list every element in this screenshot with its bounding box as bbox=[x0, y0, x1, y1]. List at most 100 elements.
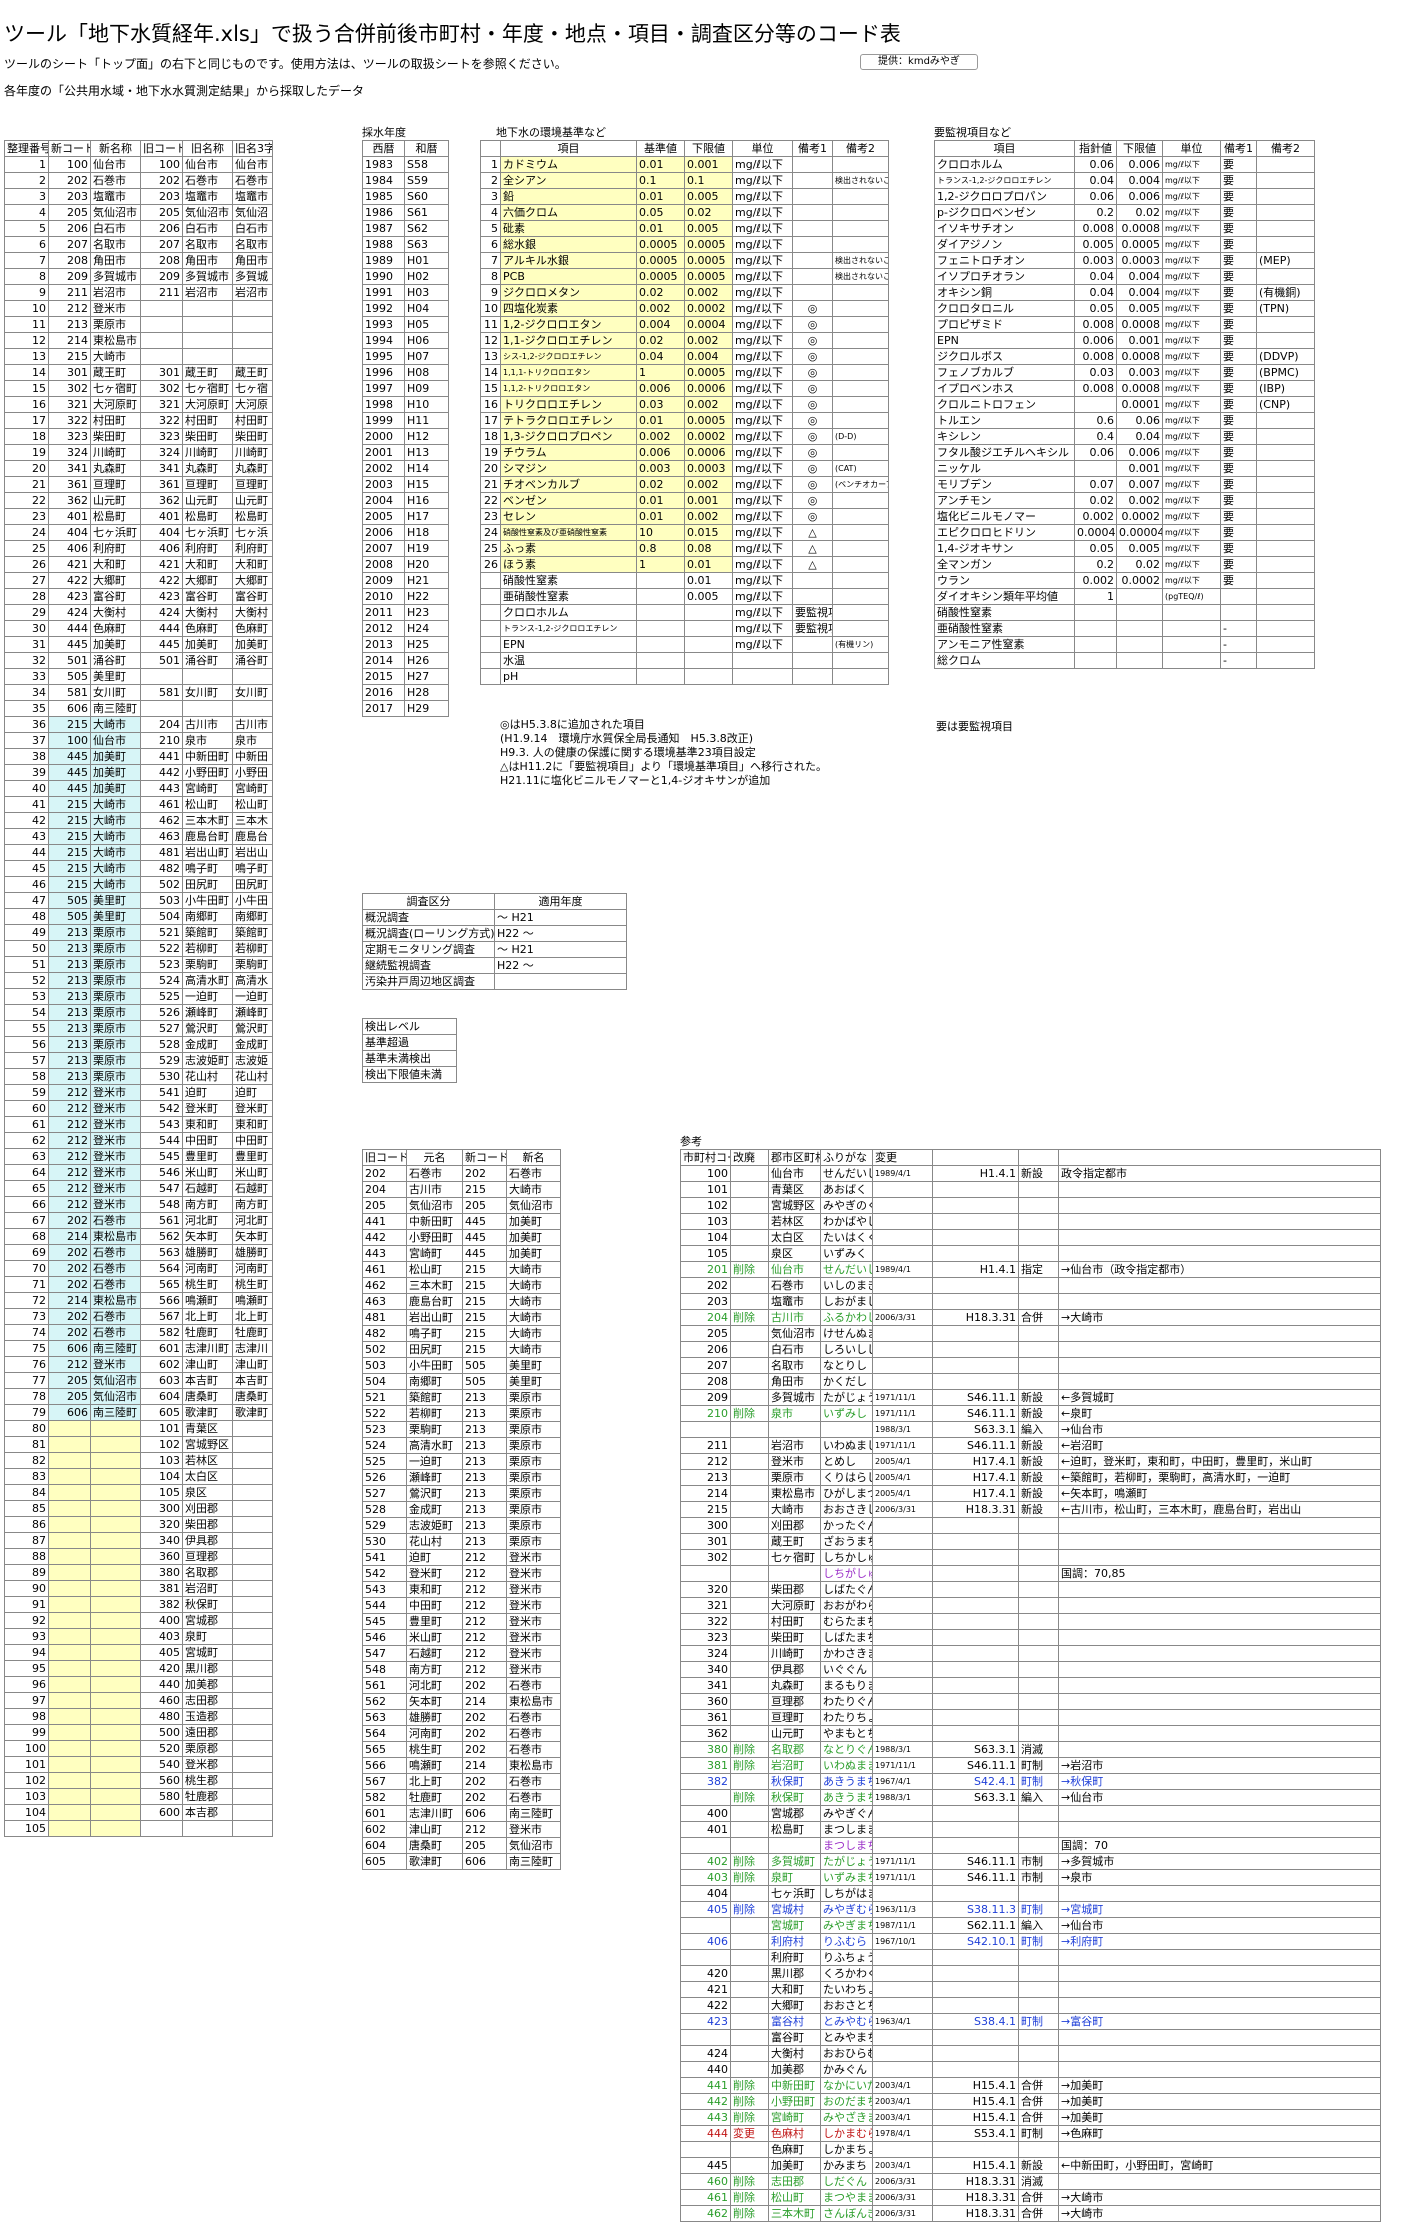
table-cell: 南方町 bbox=[182, 1196, 233, 1213]
table-cell: 0.04 bbox=[1074, 284, 1117, 301]
table-cell: 角田市 bbox=[182, 252, 233, 269]
table-cell: 37 bbox=[4, 732, 49, 749]
table-cell bbox=[792, 588, 833, 605]
table-cell: 60 bbox=[4, 1100, 49, 1117]
table-cell: いずみまち bbox=[820, 1869, 873, 1886]
table-cell bbox=[48, 1468, 91, 1485]
table-cell: 341 bbox=[140, 460, 183, 477]
table-cell: 築館町 bbox=[406, 1389, 463, 1406]
table-cell: 町制 bbox=[1018, 2013, 1059, 2030]
table-cell bbox=[140, 300, 183, 317]
table-cell: 岩沼町 bbox=[768, 1757, 821, 1774]
table-cell: 栗駒町 bbox=[406, 1421, 463, 1438]
reference-row: 443削除宮崎町みやざきまち2003/4/1H15.4.1合併→加美町 bbox=[680, 2109, 1381, 2126]
table-cell: 321 bbox=[680, 1597, 731, 1614]
table-cell: 歌津町 bbox=[406, 1853, 463, 1870]
table-cell: 志津川町 bbox=[406, 1805, 463, 1822]
table-row: 105 bbox=[4, 1820, 273, 1837]
table-cell bbox=[730, 2141, 769, 2158]
table-cell: 40 bbox=[4, 780, 49, 797]
table-row: 2005 H17 bbox=[362, 508, 449, 525]
column-header bbox=[480, 140, 501, 157]
change-note bbox=[1058, 1181, 1381, 1198]
table-cell bbox=[1018, 1565, 1059, 1582]
table-cell: 栗原市 bbox=[506, 1421, 561, 1438]
table-cell: 三本木町 bbox=[768, 2205, 821, 2222]
table-cell: 502 bbox=[140, 876, 183, 893]
table-cell: 大崎市 bbox=[506, 1261, 561, 1278]
table-cell: 62 bbox=[4, 1132, 49, 1149]
table-cell: 登米市 bbox=[90, 300, 141, 317]
table-cell: mg/ℓ以下 bbox=[732, 172, 793, 189]
table-cell: mg/ℓ以下 bbox=[732, 396, 793, 413]
table-row: 48 505 美里町 504 南郷町 南郷町 bbox=[4, 908, 273, 925]
table-cell: 石越町 bbox=[182, 1180, 233, 1197]
table-cell: 黒川郡 bbox=[182, 1660, 233, 1677]
table-cell: 87 bbox=[4, 1532, 49, 1549]
table-cell: 460 bbox=[140, 1692, 183, 1709]
table-cell: mg/ℓ以下 bbox=[732, 252, 793, 269]
table-cell: 石巻市 bbox=[90, 1260, 141, 1277]
table-row: EPN 0.006 0.001 mg/ℓ以下要 bbox=[934, 332, 1315, 349]
table-cell: 石巻市 bbox=[506, 1677, 561, 1694]
table-cell: H29 bbox=[404, 700, 449, 717]
table-cell: mg/ℓ以下 bbox=[732, 492, 793, 509]
table-cell: しかまちょう bbox=[820, 2141, 873, 2158]
table-cell: H15.4.1 bbox=[932, 2077, 1019, 2094]
table-cell bbox=[932, 1981, 1019, 1998]
table-cell: まるもりまち bbox=[820, 1677, 873, 1694]
table-cell: 104 bbox=[4, 1804, 49, 1821]
table-cell: 55 bbox=[4, 1020, 49, 1037]
table-row: 463 鹿島台町 215 大崎市 bbox=[362, 1293, 561, 1310]
reference-row: 201 削除 仙台市 せんだいし 1989/4/1 H1.4.1 指定 →仙台市（政令指定都市… bbox=[680, 1261, 1381, 1278]
table-cell bbox=[872, 2029, 933, 2046]
table-cell: 423 bbox=[48, 588, 91, 605]
table-cell bbox=[48, 1452, 91, 1469]
table-cell: 柴田町 bbox=[768, 1629, 821, 1646]
table-cell: S59 bbox=[404, 172, 449, 189]
table-cell bbox=[680, 2141, 731, 2158]
table-cell: 1,1,1-トリクロロエタン bbox=[500, 364, 637, 381]
table-cell bbox=[90, 1756, 141, 1773]
table-cell: 概況調査 bbox=[362, 909, 495, 926]
table-cell bbox=[932, 1549, 1019, 1566]
table-cell: 宮城郡 bbox=[768, 1805, 821, 1822]
table-cell bbox=[90, 1564, 141, 1581]
table-cell: 95 bbox=[4, 1660, 49, 1677]
table-row: 1997 H09 bbox=[362, 380, 449, 397]
table-cell: 46 bbox=[4, 876, 49, 893]
table-cell: 岩沼市 bbox=[182, 284, 233, 301]
table-cell bbox=[832, 188, 889, 205]
table-cell: 56 bbox=[4, 1036, 49, 1053]
table-cell: 伊具郡 bbox=[182, 1532, 233, 1549]
table-cell: 雄勝町 bbox=[232, 1244, 273, 1261]
table-row: 3 203 塩竈市 203 塩竈市 塩竈市 bbox=[4, 188, 273, 205]
table-cell: 302 bbox=[140, 380, 183, 397]
table-cell: 0.002 bbox=[684, 284, 733, 301]
table-row: 12 214 東松島市 bbox=[4, 332, 273, 349]
table-cell bbox=[1018, 1357, 1059, 1374]
table-cell: 利府町 bbox=[768, 1949, 821, 1966]
table-cell bbox=[792, 188, 833, 205]
table-row: 7アルキル水銀0.00050.0005mg/ℓ以下検出されないこと bbox=[480, 252, 889, 269]
table-cell: 70 bbox=[4, 1260, 49, 1277]
table-cell: 0.02 bbox=[1116, 556, 1163, 573]
table-cell: 0.08 bbox=[684, 540, 733, 557]
table-cell: mg/ℓ以下 bbox=[1162, 556, 1221, 573]
table-row: 103 580 牡鹿郡 bbox=[4, 1788, 273, 1805]
table-cell: 300 bbox=[140, 1500, 183, 1517]
column-header: ふりがな bbox=[820, 1149, 873, 1166]
table-cell: 亘理郡 bbox=[182, 1548, 233, 1565]
table-cell: 461 bbox=[680, 2189, 731, 2206]
table-cell: ◎ bbox=[792, 300, 833, 317]
table-cell bbox=[730, 1357, 769, 1374]
table-cell: 204 bbox=[362, 1181, 407, 1198]
table-cell: 212 bbox=[462, 1613, 507, 1630]
table-cell: 仙台市 bbox=[768, 1261, 821, 1278]
table-cell: 2006/3/31 bbox=[872, 1501, 933, 1518]
table-cell bbox=[792, 572, 833, 589]
table-cell: 103 bbox=[4, 1788, 49, 1805]
table-cell: 0.004 bbox=[684, 348, 733, 365]
table-cell: (CAT) bbox=[832, 460, 889, 477]
table-cell bbox=[1256, 156, 1315, 173]
